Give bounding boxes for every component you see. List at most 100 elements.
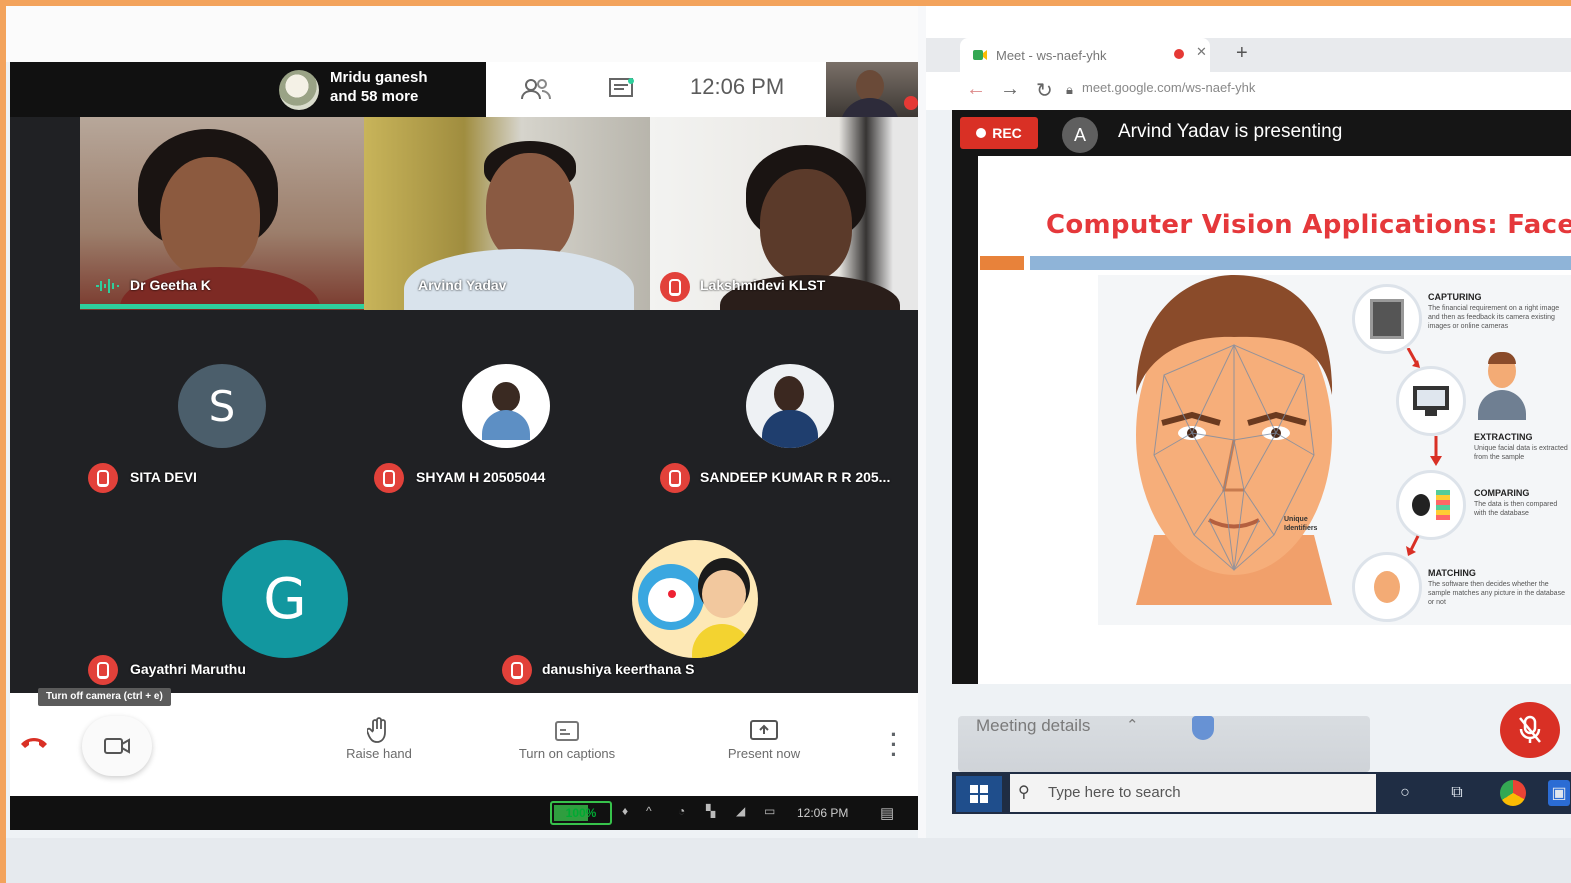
taskbar-left: [10, 796, 920, 830]
address-bar[interactable]: meet.google.com/ws-naef-yhk: [1082, 80, 1255, 95]
meet-top-strip: [6, 6, 918, 62]
camera-toggle-button[interactable]: [82, 716, 152, 776]
participant-avatar[interactable]: S: [178, 364, 266, 448]
recording-badge: REC: [960, 117, 1038, 149]
participant-name: Lakshmidevi KLST: [700, 277, 826, 293]
recording-label: REC: [992, 125, 1022, 141]
step-description: Unique facial data is extracted from the…: [1474, 445, 1568, 461]
active-speaker-indicator: [80, 304, 364, 309]
present-now-button[interactable]: Present now: [712, 716, 816, 761]
camera-tooltip: Turn off camera (ctrl + e): [38, 688, 171, 706]
step-description: The software then decides whether the sa…: [1428, 581, 1565, 606]
windows-logo-icon: [970, 785, 988, 803]
hand-icon: [367, 717, 386, 743]
step-label: COMPARING: [1474, 488, 1530, 498]
mic-muted-icon: [660, 272, 690, 302]
mic-muted-icon: [502, 655, 532, 685]
meeting-clock: 12:06 PM: [690, 74, 785, 99]
mic-muted-icon: [904, 96, 918, 110]
wifi-icon[interactable]: ▚: [706, 804, 715, 818]
step-label: CAPTURING: [1428, 292, 1482, 302]
tab-title: Meet - ws-naef-yhk: [996, 47, 1107, 63]
participant-avatar[interactable]: [462, 364, 550, 448]
video-tile-participant[interactable]: [80, 117, 364, 310]
cortana-icon[interactable]: ○: [1392, 780, 1418, 806]
participant-avatar[interactable]: G: [222, 540, 348, 658]
new-tab-icon[interactable]: +: [1236, 42, 1248, 65]
audio-wave-icon: [96, 279, 119, 293]
taskbar-clock: 12:06 PM: [797, 806, 849, 820]
task-view-icon[interactable]: ⧉: [1444, 780, 1470, 806]
battery-level: 100%: [565, 806, 597, 820]
step-label: MATCHING: [1428, 568, 1476, 578]
browser-tab[interactable]: Meet - ws-naef-yhk: [960, 38, 1210, 72]
recording-dot-icon: [1174, 49, 1184, 59]
face-mesh-illustration: [1136, 275, 1333, 605]
shield-icon[interactable]: [1192, 716, 1214, 740]
extracted-face-icon: [1476, 352, 1526, 422]
slide-title: Computer Vision Applications: Face Rec: [1046, 210, 1571, 240]
network-icon[interactable]: ◔: [678, 804, 685, 818]
keyboard-icon[interactable]: ▭: [764, 804, 775, 818]
capture-step-icon: [1352, 284, 1422, 354]
raise-hand-label: Raise hand: [346, 746, 412, 761]
chrome-icon[interactable]: [1500, 780, 1526, 806]
forward-icon[interactable]: →: [1000, 78, 1020, 101]
participant-name: Arvind Yadav: [418, 277, 507, 293]
process-arrows: [1406, 348, 1442, 556]
participant-avatar[interactable]: [746, 364, 834, 448]
camera-icon: [104, 738, 130, 754]
more-options-icon[interactable]: · · ·: [888, 724, 900, 766]
slide-accent-bar: [980, 256, 1024, 270]
face-note: Unique Identifiers: [1284, 516, 1318, 532]
mic-muted-icon: [660, 463, 690, 493]
mic-muted-icon: [88, 655, 118, 685]
participant-name: Gayathri Maruthu: [130, 661, 246, 677]
self-view-thumbnail[interactable]: [826, 62, 920, 117]
present-now-label: Present now: [727, 746, 801, 761]
video-tile-participant[interactable]: [364, 117, 650, 310]
captions-button[interactable]: Turn on captions: [500, 716, 634, 761]
present-screen-icon: [750, 720, 778, 740]
hang-up-button[interactable]: [14, 722, 54, 762]
microphone-off-icon: [1519, 715, 1541, 743]
participant-avatar: [279, 70, 319, 110]
participant-name: danushiya keerthana S: [542, 661, 695, 677]
step-description: The financial requirement on a right ima…: [1428, 305, 1560, 330]
reload-icon[interactable]: ↻: [1036, 78, 1053, 103]
mic-muted-icon: [374, 463, 404, 493]
participants-summary-line1: Mridu ganesh: [330, 69, 428, 86]
notifications-icon[interactable]: ▤: [880, 804, 894, 822]
bottom-strip: [6, 838, 1571, 883]
participant-avatar[interactable]: [632, 540, 758, 658]
chat-icon[interactable]: [600, 74, 644, 104]
phone-hangup-icon: [21, 738, 47, 748]
chevron-up-icon[interactable]: ^: [646, 804, 652, 818]
presenting-status: Arvind Yadav is presenting: [1118, 121, 1343, 142]
back-icon[interactable]: ←: [966, 78, 986, 101]
raise-hand-button[interactable]: Raise hand: [334, 716, 424, 761]
participants-summary[interactable]: Mridu ganesh and 58 more: [330, 68, 470, 106]
battery-indicator: 100%: [550, 801, 612, 825]
participants-summary-line2: and 58 more: [330, 88, 419, 105]
chevron-up-icon[interactable]: ⌃: [1126, 716, 1139, 734]
outlook-icon[interactable]: ▣: [1548, 780, 1570, 806]
power-icon: ♦: [622, 804, 629, 818]
participant-name: SHYAM H 20505044: [416, 469, 546, 485]
captions-label: Turn on captions: [518, 746, 616, 761]
microphone-off-button[interactable]: [1500, 702, 1560, 758]
volume-icon[interactable]: ◢: [736, 804, 745, 818]
lock-icon: 🔒︎: [1066, 82, 1073, 97]
step-label: EXTRACTING: [1474, 432, 1533, 442]
close-tab-icon[interactable]: ✕: [1196, 44, 1207, 60]
search-icon: ⚲: [1018, 784, 1030, 801]
participant-name: SANDEEP KUMAR R R 205...: [700, 469, 891, 485]
presenter-avatar: A: [1062, 117, 1098, 153]
taskbar-search-placeholder[interactable]: Type here to search: [1048, 784, 1181, 801]
people-icon[interactable]: [514, 74, 558, 104]
windows-start-button[interactable]: [956, 776, 1002, 812]
meeting-details-label[interactable]: Meeting details: [976, 716, 1090, 736]
slide-accent-bar: [1030, 256, 1571, 270]
meet-favicon-icon: [973, 50, 987, 60]
step-description: The data is then compared with the datab…: [1474, 501, 1558, 517]
